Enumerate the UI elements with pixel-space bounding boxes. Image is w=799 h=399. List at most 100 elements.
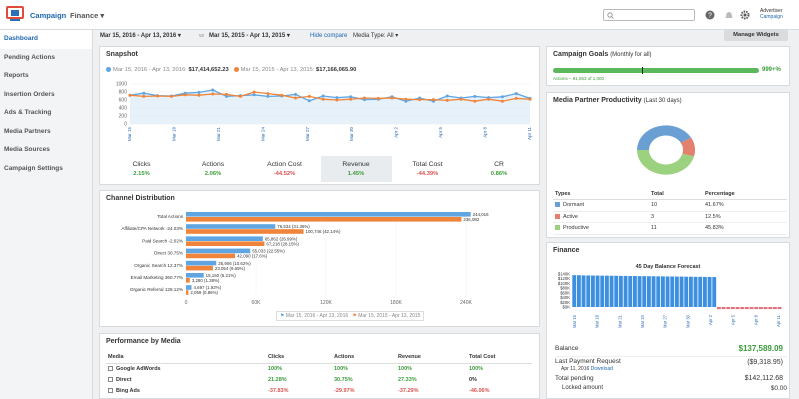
bar[interactable] xyxy=(186,229,304,234)
data-point[interactable] xyxy=(266,92,270,96)
search-input[interactable] xyxy=(603,9,695,21)
forecast-bar[interactable] xyxy=(768,307,773,310)
data-point[interactable] xyxy=(142,91,146,95)
forecast-bar[interactable] xyxy=(758,307,763,310)
sidebar-item-dashboard[interactable]: Dashboard xyxy=(0,30,92,49)
sidebar-item-ads-tracking[interactable]: Ads & Tracking xyxy=(0,104,92,123)
kpi-tile[interactable]: Clicks 2.15% xyxy=(106,156,177,182)
bar[interactable] xyxy=(186,217,462,222)
sidebar-item-reports[interactable]: Reports xyxy=(0,67,92,86)
data-point[interactable] xyxy=(142,94,146,98)
forecast-bar[interactable] xyxy=(595,275,600,307)
data-point[interactable] xyxy=(445,94,449,98)
kpi-tile[interactable]: Action Cost -44.52% xyxy=(249,156,320,182)
section-dropdown[interactable]: Finance ▾ xyxy=(70,11,104,20)
data-point[interactable] xyxy=(197,93,201,97)
sidebar-item-media-sources[interactable]: Media Sources xyxy=(0,141,92,160)
help-icon[interactable]: ? xyxy=(705,10,715,20)
forecast-bar[interactable] xyxy=(740,307,745,310)
forecast-bar[interactable] xyxy=(623,275,628,307)
forecast-bar[interactable] xyxy=(637,276,642,307)
forecast-bar[interactable] xyxy=(688,276,693,307)
manage-widgets-button[interactable]: Manage Widgets xyxy=(724,30,788,41)
data-point[interactable] xyxy=(307,99,311,103)
table-row[interactable]: Active 3 12.5% xyxy=(553,211,787,223)
kpi-tile[interactable]: Actions 2.06% xyxy=(178,156,249,182)
data-point[interactable] xyxy=(156,94,160,98)
forecast-bar[interactable] xyxy=(604,275,609,307)
data-point[interactable] xyxy=(321,94,325,98)
data-point[interactable] xyxy=(404,97,408,101)
data-point[interactable] xyxy=(128,93,132,97)
data-point[interactable] xyxy=(528,97,532,101)
data-point[interactable] xyxy=(500,95,504,99)
data-point[interactable] xyxy=(211,92,215,96)
forecast-bar[interactable] xyxy=(660,276,665,307)
forecast-bar[interactable] xyxy=(674,276,679,307)
forecast-bar[interactable] xyxy=(642,276,647,307)
hide-compare-link[interactable]: Hide compare xyxy=(310,31,347,41)
forecast-bar[interactable] xyxy=(772,307,777,310)
forecast-bar[interactable] xyxy=(707,276,712,307)
bar[interactable] xyxy=(186,224,276,229)
bar[interactable] xyxy=(186,285,192,290)
forecast-bar[interactable] xyxy=(609,275,614,307)
kpi-tile[interactable]: Total Cost -44.39% xyxy=(392,156,463,182)
forecast-bar[interactable] xyxy=(721,307,726,310)
data-point[interactable] xyxy=(335,98,339,102)
data-point[interactable] xyxy=(280,93,284,97)
forecast-bar[interactable] xyxy=(651,276,656,307)
forecast-bar[interactable] xyxy=(735,307,740,310)
data-point[interactable] xyxy=(362,96,366,100)
bar[interactable] xyxy=(186,278,190,283)
data-point[interactable] xyxy=(349,97,353,101)
data-point[interactable] xyxy=(266,94,270,98)
brand-name[interactable]: Campaign xyxy=(30,11,66,20)
data-point[interactable] xyxy=(459,97,463,101)
data-point[interactable] xyxy=(514,96,518,100)
data-point[interactable] xyxy=(307,94,311,98)
compare-date-range-picker[interactable]: Mar 15, 2015 - Apr 13, 2015 ▾ xyxy=(209,31,290,41)
table-row[interactable]: Google AdWords 100% 100% 100% 100% xyxy=(106,363,532,374)
data-point[interactable] xyxy=(390,96,394,100)
forecast-bar[interactable] xyxy=(646,276,651,307)
forecast-bar[interactable] xyxy=(665,276,670,307)
sidebar-item-campaign-settings[interactable]: Campaign Settings xyxy=(0,160,92,179)
data-point[interactable] xyxy=(252,90,256,94)
data-point[interactable] xyxy=(197,90,201,94)
kpi-tile[interactable]: CR 0.86% xyxy=(464,156,535,182)
forecast-bar[interactable] xyxy=(693,276,698,307)
forecast-bar[interactable] xyxy=(618,275,623,307)
data-point[interactable] xyxy=(169,94,173,98)
forecast-bar[interactable] xyxy=(744,307,749,310)
app-logo-icon[interactable] xyxy=(6,6,24,22)
expand-icon[interactable] xyxy=(108,365,113,371)
data-point[interactable] xyxy=(445,98,449,102)
bar[interactable] xyxy=(186,253,236,259)
data-point[interactable] xyxy=(183,93,187,97)
media-type-dropdown[interactable]: Media Type: All ▾ xyxy=(353,31,398,41)
forecast-bar[interactable] xyxy=(590,275,595,307)
data-point[interactable] xyxy=(487,97,491,101)
forecast-bar[interactable] xyxy=(572,275,577,307)
data-point[interactable] xyxy=(514,92,518,96)
forecast-bar[interactable] xyxy=(656,276,661,307)
gear-icon[interactable] xyxy=(740,10,750,20)
data-point[interactable] xyxy=(294,96,298,100)
expand-icon[interactable] xyxy=(108,387,113,393)
forecast-bar[interactable] xyxy=(614,275,619,307)
sidebar-item-media-partners[interactable]: Media Partners xyxy=(0,123,92,142)
forecast-bar[interactable] xyxy=(684,276,689,307)
forecast-bar[interactable] xyxy=(679,276,684,307)
table-row[interactable]: Direct 21.28% 30.75% 27.33% 0% xyxy=(106,374,532,385)
data-point[interactable] xyxy=(225,92,229,96)
data-point[interactable] xyxy=(376,96,380,100)
bar[interactable] xyxy=(186,212,471,217)
forecast-bar[interactable] xyxy=(749,307,754,310)
expand-icon[interactable] xyxy=(108,376,113,382)
bar[interactable] xyxy=(186,265,213,271)
sidebar-item-pending-actions[interactable]: Pending Actions xyxy=(0,49,92,68)
notification-bell-icon[interactable] xyxy=(724,10,734,20)
sidebar-item-insertion-orders[interactable]: Insertion Orders xyxy=(0,86,92,105)
bar[interactable] xyxy=(186,290,189,295)
